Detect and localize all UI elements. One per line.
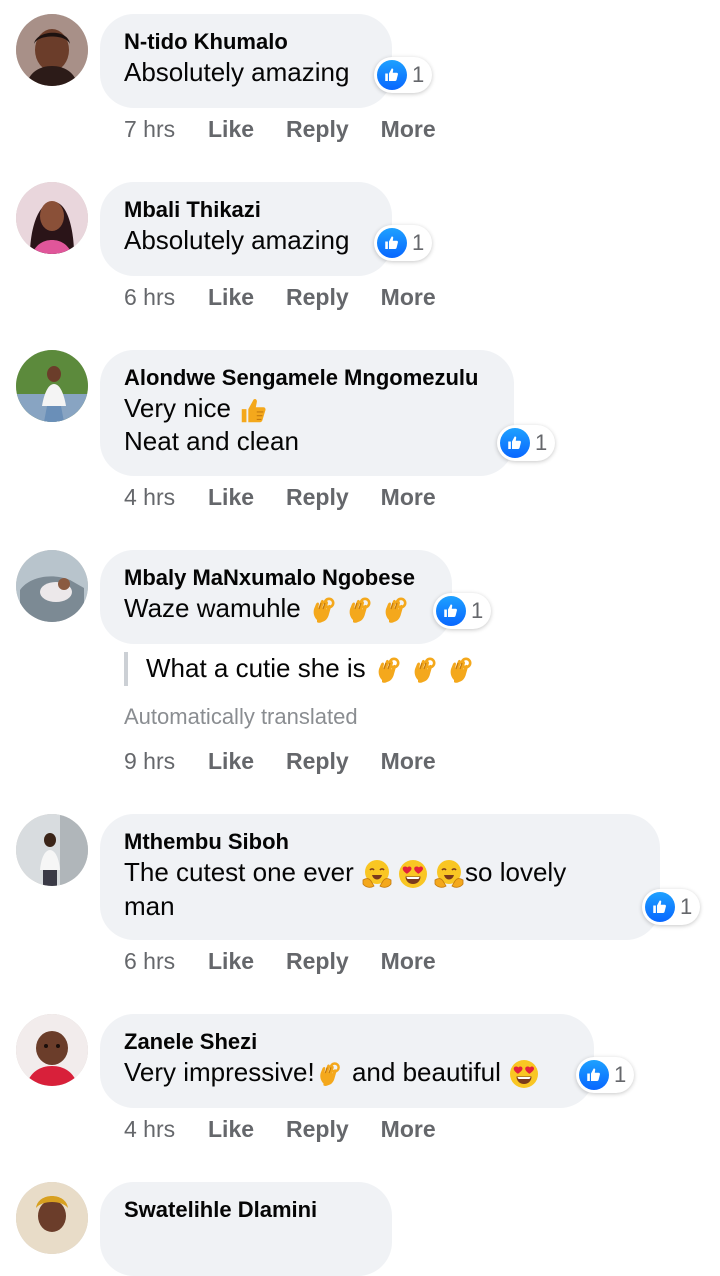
- like-icon: [377, 60, 407, 90]
- reaction-summary[interactable]: 1: [374, 225, 433, 261]
- like-icon: [377, 228, 407, 258]
- reaction-summary[interactable]: 1: [642, 889, 701, 925]
- commenter-name[interactable]: Mthembu Siboh: [124, 828, 636, 856]
- avatar[interactable]: [16, 350, 88, 422]
- reply-button[interactable]: Reply: [286, 948, 349, 975]
- commenter-name[interactable]: Alondwe Sengamele Mngomezulu: [124, 364, 490, 392]
- avatar[interactable]: [16, 182, 88, 254]
- reply-button[interactable]: Reply: [286, 284, 349, 311]
- comment-bubble: Zanele Shezi Very impressive! and beauti…: [100, 1014, 594, 1108]
- reaction-summary[interactable]: 1: [497, 425, 556, 461]
- comment-text: Waze wamuhle: [124, 593, 301, 623]
- timestamp[interactable]: 6 hrs: [124, 948, 208, 975]
- like-button[interactable]: Like: [208, 484, 254, 511]
- reply-button[interactable]: Reply: [286, 484, 349, 511]
- comment-actions: 4 hrs Like Reply More: [124, 484, 468, 511]
- timestamp[interactable]: 7 hrs: [124, 116, 208, 143]
- like-icon: [500, 428, 530, 458]
- comment-actions: 6 hrs Like Reply More: [124, 284, 468, 311]
- reaction-count: 1: [412, 230, 425, 255]
- comment-actions: 9 hrs Like Reply More: [124, 748, 468, 775]
- ok-hand-emoji: [344, 594, 376, 626]
- hugging-emoji: [361, 858, 393, 890]
- avatar[interactable]: [16, 1182, 88, 1254]
- reaction-count: 1: [614, 1062, 627, 1087]
- avatar[interactable]: [16, 1014, 88, 1086]
- like-icon: [436, 596, 466, 626]
- comment-text: Very impressive!: [124, 1057, 315, 1087]
- comment-bubble: Mthembu Siboh The cutest one ever so lov…: [100, 814, 660, 940]
- comment-bubble: N-tido Khumalo Absolutely amazing: [100, 14, 392, 108]
- commenter-name[interactable]: Zanele Shezi: [124, 1028, 570, 1056]
- comment-text-line: The cutest one ever so lovely: [124, 856, 636, 890]
- comment-bubble: Alondwe Sengamele Mngomezulu Very nice N…: [100, 350, 514, 476]
- like-button[interactable]: Like: [208, 948, 254, 975]
- ok-hand-emoji: [308, 594, 340, 626]
- translation-text: What a cutie she is: [146, 653, 366, 683]
- reply-button[interactable]: Reply: [286, 1116, 349, 1143]
- reaction-count: 1: [471, 598, 484, 623]
- translation-note[interactable]: Automatically translated: [124, 704, 358, 730]
- comment-text: so lovely: [465, 857, 567, 887]
- more-button[interactable]: More: [381, 1116, 436, 1143]
- avatar[interactable]: [16, 14, 88, 86]
- comment-text: and beautiful: [351, 1057, 501, 1087]
- comment-text: The cutest one ever: [124, 857, 354, 887]
- comment-bubble: Swatelihle Dlamini: [100, 1182, 392, 1276]
- reaction-summary[interactable]: 1: [433, 593, 492, 629]
- comment-actions: 4 hrs Like Reply More: [124, 1116, 468, 1143]
- like-button[interactable]: Like: [208, 1116, 254, 1143]
- comment-text: Absolutely amazing: [124, 225, 350, 255]
- comment-text: man: [124, 891, 175, 922]
- comment-actions: 6 hrs Like Reply More: [124, 948, 468, 975]
- comment-actions: 7 hrs Like Reply More: [124, 116, 468, 143]
- ok-hand-emoji: [315, 1059, 345, 1089]
- reaction-count: 1: [412, 62, 425, 87]
- hugging-emoji: [433, 858, 465, 890]
- avatar[interactable]: [16, 550, 88, 622]
- comment-bubble: Mbaly MaNxumalo Ngobese Waze wamuhle: [100, 550, 452, 644]
- reply-button[interactable]: Reply: [286, 116, 349, 143]
- like-icon: [579, 1060, 609, 1090]
- commenter-name[interactable]: N-tido Khumalo: [124, 28, 368, 56]
- timestamp[interactable]: 4 hrs: [124, 484, 208, 511]
- more-button[interactable]: More: [381, 284, 436, 311]
- commenter-name[interactable]: Swatelihle Dlamini: [124, 1196, 368, 1224]
- comment-text: Neat and clean: [124, 426, 299, 457]
- commenter-name[interactable]: Mbaly MaNxumalo Ngobese: [124, 564, 428, 592]
- thumbs-up-emoji: [238, 395, 268, 425]
- avatar[interactable]: [16, 814, 88, 886]
- heart-eyes-emoji: [508, 1058, 540, 1090]
- comment-text-line: Very impressive! and beautiful: [124, 1056, 570, 1090]
- ok-hand-emoji: [380, 594, 412, 626]
- timestamp[interactable]: 4 hrs: [124, 1116, 208, 1143]
- translated-text: What a cutie she is: [124, 652, 477, 687]
- reaction-summary[interactable]: 1: [576, 1057, 635, 1093]
- more-button[interactable]: More: [381, 748, 436, 775]
- reaction-summary[interactable]: 1: [374, 57, 433, 93]
- comment-text: Absolutely amazing: [124, 57, 350, 87]
- reply-button[interactable]: Reply: [286, 748, 349, 775]
- like-button[interactable]: Like: [208, 116, 254, 143]
- more-button[interactable]: More: [381, 484, 436, 511]
- timestamp[interactable]: 9 hrs: [124, 748, 208, 775]
- comment-bubble: Mbali Thikazi Absolutely amazing: [100, 182, 392, 276]
- ok-hand-emoji: [373, 654, 405, 686]
- ok-hand-emoji: [445, 654, 477, 686]
- comment-text-line: Waze wamuhle: [124, 592, 428, 626]
- more-button[interactable]: More: [381, 948, 436, 975]
- timestamp[interactable]: 6 hrs: [124, 284, 208, 311]
- comment-text: Very nice: [124, 393, 231, 423]
- like-button[interactable]: Like: [208, 748, 254, 775]
- commenter-name[interactable]: Mbali Thikazi: [124, 196, 368, 224]
- reaction-count: 1: [680, 894, 693, 919]
- comment-text-line: Very nice: [124, 392, 490, 425]
- like-icon: [645, 892, 675, 922]
- reaction-count: 1: [535, 430, 548, 455]
- ok-hand-emoji: [409, 654, 441, 686]
- like-button[interactable]: Like: [208, 284, 254, 311]
- heart-eyes-emoji: [397, 858, 429, 890]
- more-button[interactable]: More: [381, 116, 436, 143]
